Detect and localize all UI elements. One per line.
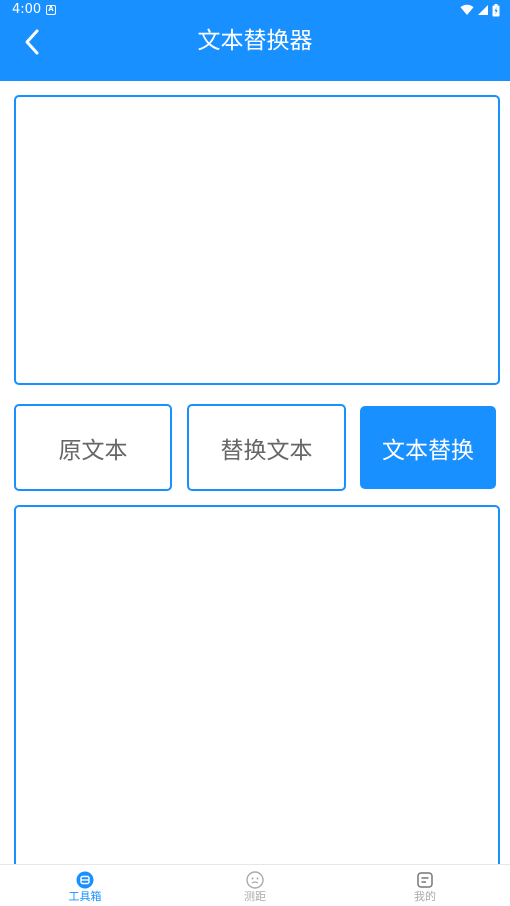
face-icon (246, 871, 264, 889)
replace-text-button[interactable]: 替换文本 (187, 404, 346, 491)
tab-mine[interactable]: 我的 (340, 865, 510, 906)
back-button[interactable] (14, 24, 50, 60)
bottom-tab-bar: 工具箱 测距 我的 (0, 864, 510, 906)
tab-toolbox[interactable]: 工具箱 (0, 865, 170, 906)
chevron-left-icon (25, 29, 39, 55)
status-icons (460, 3, 500, 17)
result-text-output[interactable] (14, 505, 500, 885)
source-text-input[interactable] (14, 95, 500, 385)
notification-a-icon: A (46, 5, 56, 15)
toolbox-icon (76, 871, 94, 889)
do-replace-button[interactable]: 文本替换 (360, 406, 496, 489)
app-header: 文本替换器 (0, 20, 510, 81)
tab-measure-label: 测距 (244, 890, 266, 903)
wifi-icon (460, 4, 474, 16)
status-bar: 4:00 A (0, 0, 510, 20)
tab-mine-label: 我的 (414, 890, 436, 903)
tab-toolbox-label: 工具箱 (68, 890, 102, 903)
note-icon (417, 872, 433, 888)
battery-icon (492, 3, 500, 16)
page-title: 文本替换器 (197, 28, 313, 54)
tab-measure[interactable]: 测距 (170, 865, 340, 906)
status-time: 4:00 (12, 2, 42, 17)
original-text-button[interactable]: 原文本 (14, 404, 172, 491)
cell-signal-icon (478, 5, 488, 15)
app-screen: 4:00 A 文本替换器 原文本 替换文本 文本替换 工具箱 测距 我的 (0, 0, 510, 906)
